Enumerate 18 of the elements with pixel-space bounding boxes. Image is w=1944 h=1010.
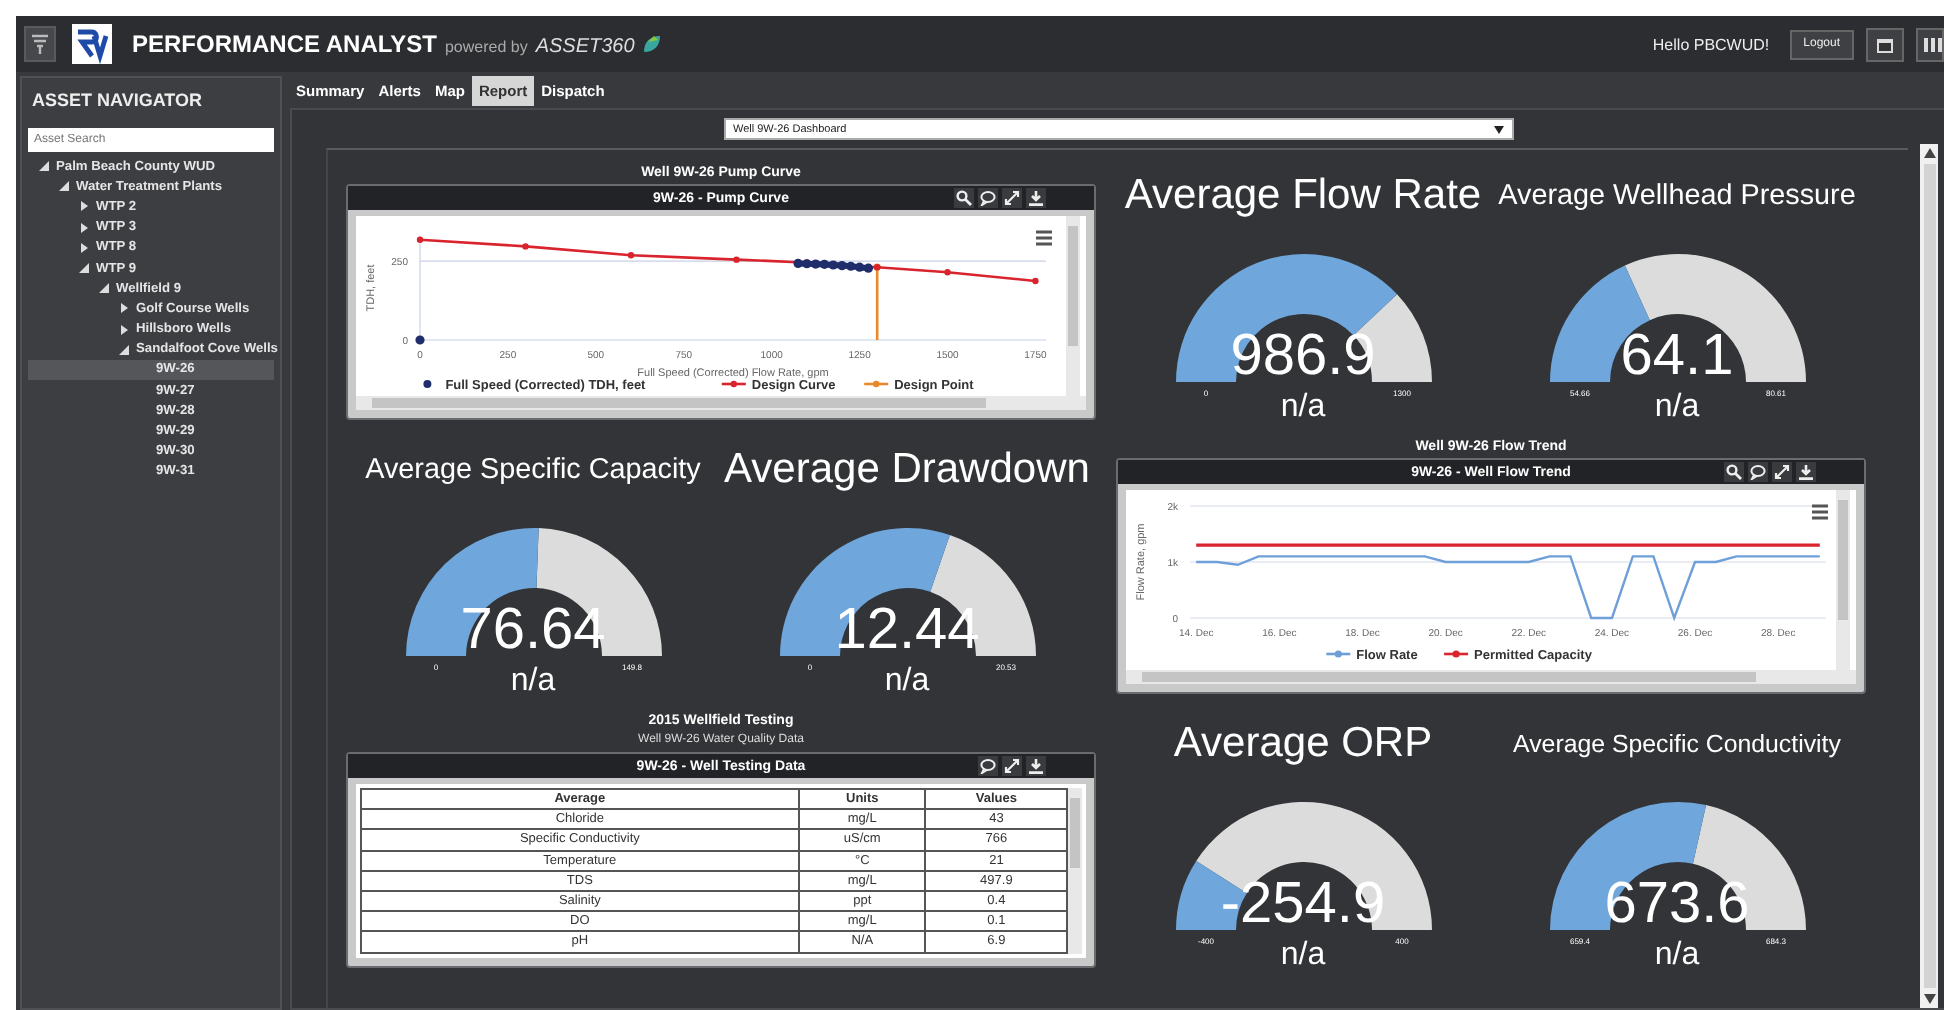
gauge-unit: n/a (1280, 940, 1326, 972)
gauge-title: Average Specific Capacity (365, 454, 701, 486)
gauge-unit: n/a (1280, 392, 1326, 424)
gauge-title: Average ORP (1173, 720, 1433, 768)
gauge-title: Average Wellhead Pressure (1498, 180, 1856, 212)
gauge-unit: n/a (1654, 392, 1700, 424)
gauge-title: Average Specific Conductivity (1513, 730, 1841, 758)
brand-name: ASSET360 (535, 35, 635, 57)
gauge-unit: n/a (510, 666, 556, 698)
greeting-text: Hello PBCWUD! (1652, 35, 1770, 53)
gauge-title: Average Flow Rate (1124, 172, 1482, 220)
gauge-unit: n/a (884, 666, 930, 698)
gauge-value: 64.1 (1620, 326, 1734, 386)
sidebar-title: ASSET NAVIGATOR (32, 90, 205, 110)
powered-by-text: powered by (444, 38, 528, 56)
gauge-unit: n/a (1654, 940, 1700, 972)
gauge-title: Average Drawdown (724, 446, 1090, 494)
app-title: PERFORMANCE ANALYST (132, 30, 437, 58)
